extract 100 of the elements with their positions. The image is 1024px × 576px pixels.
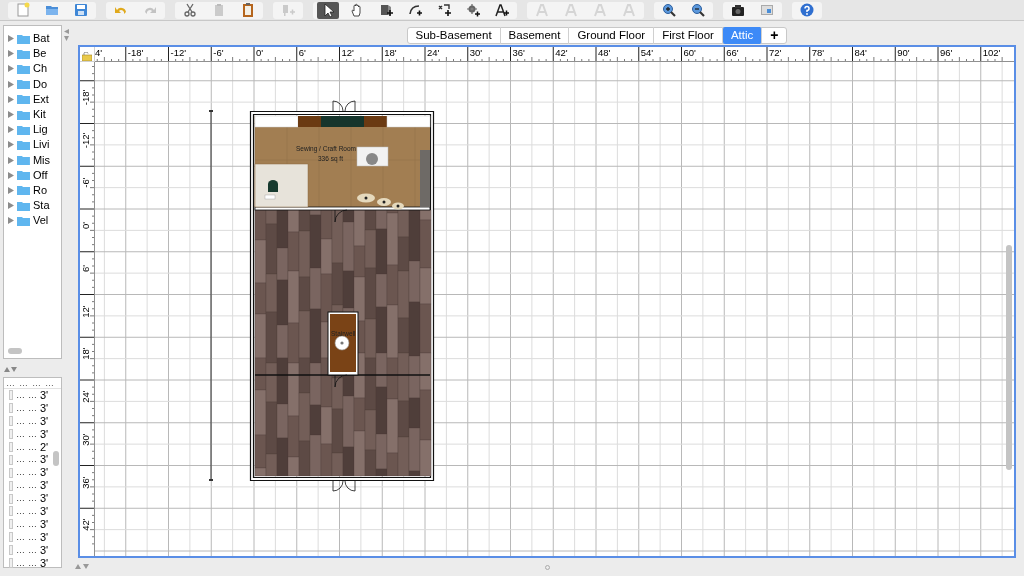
table-cell: 3' bbox=[40, 467, 49, 479]
scroll-arrows-icon[interactable] bbox=[75, 564, 89, 569]
folder-icon bbox=[17, 48, 30, 59]
level-tab[interactable]: Basement bbox=[500, 27, 570, 44]
table-cell: … bbox=[16, 455, 25, 465]
table-cell: 3' bbox=[40, 428, 49, 440]
expand-arrow-icon[interactable] bbox=[8, 217, 14, 225]
level-tab[interactable]: First Floor bbox=[654, 27, 723, 44]
table-cell: … bbox=[16, 558, 25, 568]
stairwell[interactable] bbox=[327, 311, 359, 376]
category-label[interactable]: Lig bbox=[33, 124, 48, 136]
collapse-up-icon[interactable] bbox=[4, 366, 10, 372]
expand-arrow-icon[interactable] bbox=[8, 156, 14, 164]
furniture-icon bbox=[9, 454, 13, 465]
table-cell: 3' bbox=[40, 493, 49, 505]
scrollbar-thumb[interactable] bbox=[8, 348, 22, 354]
expand-arrow-icon[interactable] bbox=[8, 50, 14, 58]
category-label[interactable]: Bat bbox=[33, 33, 50, 45]
ruler-label: 42' bbox=[80, 518, 91, 531]
table-cell: … bbox=[28, 429, 37, 439]
ruler-label: 30' bbox=[469, 47, 483, 58]
table-cell: … bbox=[16, 532, 25, 542]
toolbar-button[interactable] bbox=[317, 1, 339, 19]
furniture-icon bbox=[9, 442, 13, 452]
door-swing[interactable] bbox=[334, 374, 348, 388]
table-cell: 3' bbox=[40, 518, 49, 530]
folder-icon bbox=[17, 124, 30, 135]
category-label[interactable]: Mis bbox=[32, 154, 50, 166]
column-header[interactable]: … bbox=[32, 378, 43, 388]
table-cell: … bbox=[16, 519, 25, 529]
interior-wall[interactable] bbox=[254, 206, 431, 211]
table-cell: … bbox=[28, 506, 37, 516]
category-label[interactable]: Kit bbox=[33, 109, 46, 121]
double-door[interactable] bbox=[332, 480, 356, 492]
cabinets[interactable] bbox=[254, 115, 431, 128]
furniture-icon bbox=[9, 429, 13, 440]
table-cell: … bbox=[16, 390, 25, 400]
furniture-icon bbox=[9, 480, 13, 491]
folder-icon bbox=[17, 79, 30, 90]
furniture-icon bbox=[9, 416, 13, 427]
table[interactable] bbox=[356, 146, 389, 167]
spiral-stair[interactable] bbox=[334, 335, 350, 351]
folder-icon bbox=[17, 109, 30, 120]
ruler-label: 0' bbox=[80, 221, 91, 230]
column-header[interactable]: … bbox=[45, 378, 56, 388]
ruler-label: 48' bbox=[598, 47, 611, 58]
category-label[interactable]: Livi bbox=[33, 139, 50, 151]
stools[interactable] bbox=[357, 193, 404, 210]
column-header[interactable]: … bbox=[6, 378, 17, 388]
double-door[interactable] bbox=[332, 100, 356, 112]
expand-arrow-icon[interactable] bbox=[8, 65, 14, 73]
ruler-label: 4' bbox=[95, 47, 103, 58]
furniture-icon bbox=[9, 467, 13, 478]
table-cell: … bbox=[28, 532, 37, 542]
level-tab[interactable]: Sub-Basement bbox=[407, 27, 501, 44]
level-tab[interactable]: Ground Floor bbox=[569, 27, 655, 44]
furniture-icon bbox=[9, 545, 13, 556]
expand-arrow-icon[interactable] bbox=[8, 95, 14, 103]
ruler-label: 24' bbox=[80, 390, 91, 403]
splitter-arrows-icon[interactable] bbox=[63, 29, 69, 41]
category-label[interactable]: Ch bbox=[33, 63, 48, 75]
table-cell: 3' bbox=[40, 544, 49, 556]
ruler-label: -6' bbox=[213, 47, 224, 58]
category-label[interactable]: Do bbox=[33, 78, 48, 90]
expand-arrow-icon[interactable] bbox=[8, 111, 14, 119]
scrollbar-thumb[interactable] bbox=[53, 451, 59, 466]
splitter-handle-icon[interactable] bbox=[544, 564, 550, 570]
scrollbar-thumb[interactable] bbox=[1006, 245, 1012, 470]
ruler-label: 36' bbox=[80, 475, 91, 489]
ruler-label: 54' bbox=[640, 47, 654, 58]
folder-icon bbox=[17, 200, 30, 211]
expand-arrow-icon[interactable] bbox=[8, 171, 14, 179]
furniture-icon bbox=[9, 519, 13, 530]
expand-arrow-icon[interactable] bbox=[8, 186, 14, 194]
expand-arrow-icon[interactable] bbox=[8, 141, 14, 149]
ruler-label: 18' bbox=[80, 347, 91, 360]
table-cell: … bbox=[28, 468, 37, 478]
ruler-label: 102' bbox=[982, 47, 1001, 58]
ruler-label: 12' bbox=[80, 304, 91, 318]
lock-icon[interactable] bbox=[82, 52, 92, 61]
desk[interactable] bbox=[254, 163, 309, 208]
add-level-button[interactable]: + bbox=[762, 27, 787, 44]
dimension-line[interactable] bbox=[208, 110, 214, 481]
wood-floor[interactable] bbox=[254, 209, 432, 477]
table-cell: … bbox=[16, 506, 25, 516]
expand-arrow-icon[interactable] bbox=[8, 80, 14, 88]
folder-icon bbox=[17, 185, 30, 196]
category-label[interactable]: Sta bbox=[33, 200, 50, 212]
expand-arrow-icon[interactable] bbox=[8, 35, 14, 43]
category-label[interactable]: Be bbox=[33, 48, 47, 60]
expand-arrow-icon[interactable] bbox=[8, 126, 14, 134]
expand-down-icon[interactable] bbox=[11, 366, 17, 372]
table-cell: … bbox=[16, 442, 25, 452]
category-label[interactable]: Ext bbox=[33, 93, 49, 105]
category-label[interactable]: Vel bbox=[33, 215, 49, 227]
expand-arrow-icon[interactable] bbox=[8, 202, 14, 210]
column-header[interactable]: … bbox=[19, 378, 30, 388]
category-label[interactable]: Ro bbox=[33, 184, 48, 196]
category-label[interactable]: Off bbox=[33, 169, 48, 181]
door-swing[interactable] bbox=[334, 209, 348, 223]
